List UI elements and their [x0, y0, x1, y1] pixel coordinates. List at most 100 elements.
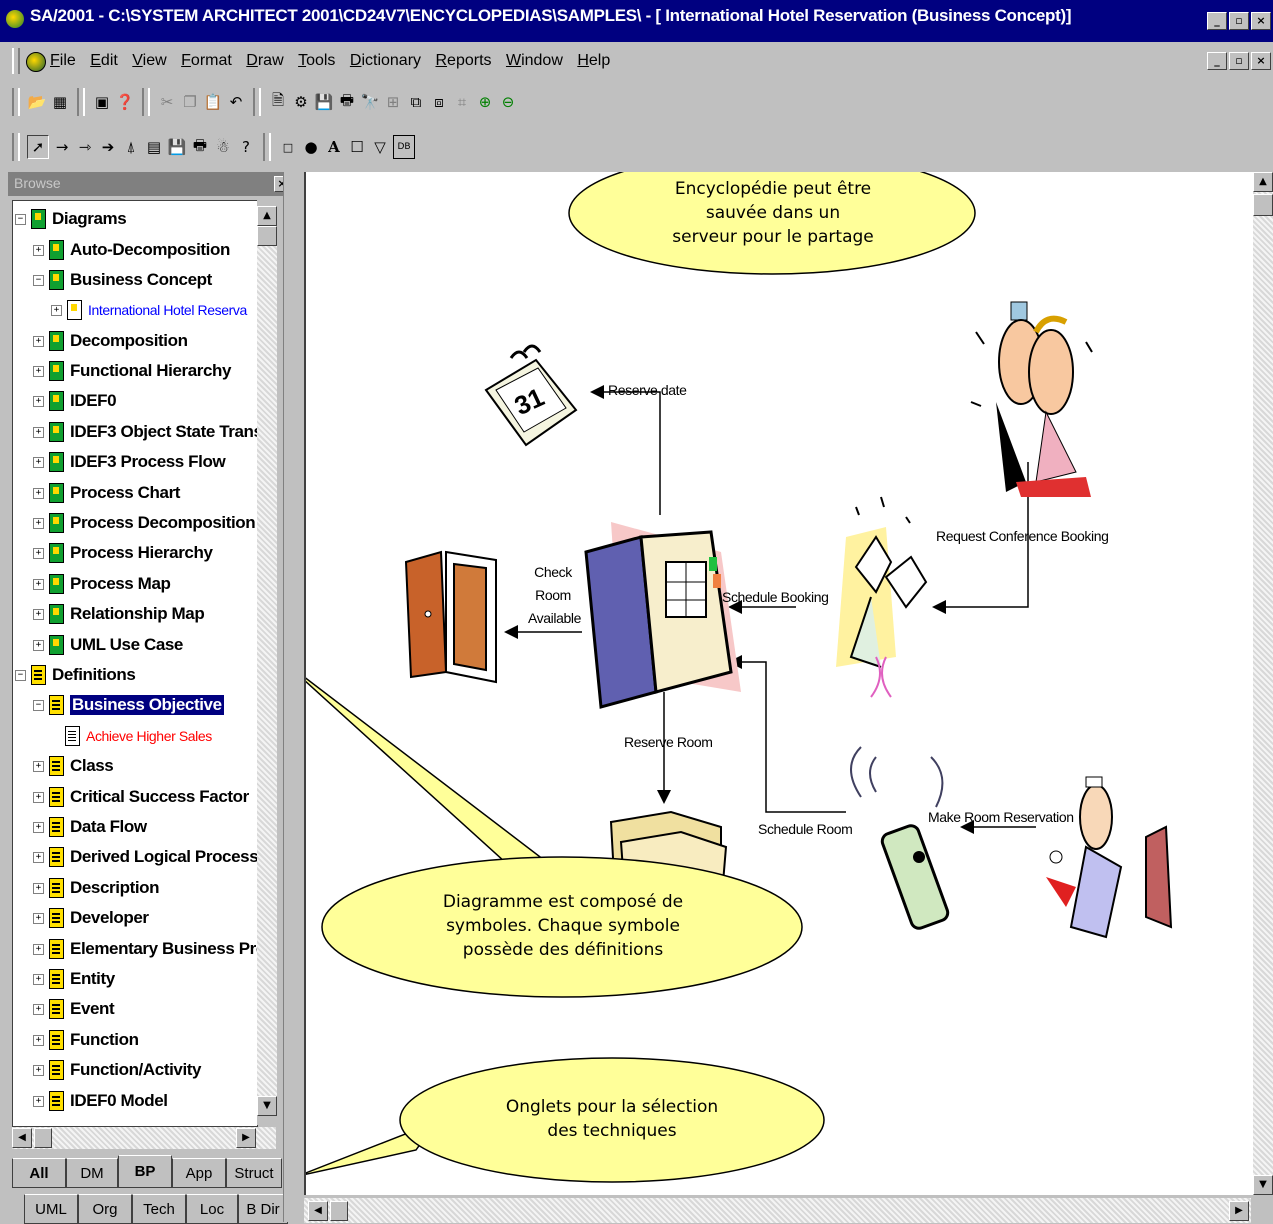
paste-icon[interactable]: 📋 [203, 91, 223, 113]
tree-node-relationship-map[interactable]: + Relationship Map [33, 601, 205, 627]
tree-node-decomposition[interactable]: + Decomposition [33, 328, 188, 354]
tree-node-developer[interactable]: + Developer [33, 905, 149, 931]
label-make-room-reservation[interactable]: Make Room Reservation [928, 809, 1074, 825]
canvas-scroll-right-icon[interactable]: ▶ [1229, 1201, 1249, 1221]
tree-node-business-objective[interactable]: − Business Objective [33, 692, 224, 718]
tree-node-achieve-higher-sales[interactable]: Achieve Higher Sales [65, 723, 212, 749]
layout-icon[interactable]: ⊞ [383, 91, 403, 113]
scroll-left-icon[interactable]: ◀ [12, 1128, 32, 1148]
tree-node-definitions[interactable]: − Definitions [15, 662, 136, 688]
canvas-horizontal-scrollbar[interactable]: ◀ ▶ [304, 1198, 1251, 1223]
expand-icon[interactable]: + [33, 1003, 44, 1015]
undo-icon[interactable]: ↶ [226, 91, 246, 113]
copy-icon[interactable]: ❐ [180, 91, 200, 113]
new-diagram-icon[interactable]: 🗎 [268, 91, 288, 113]
expand-icon[interactable]: + [33, 547, 44, 559]
tree-node-auto-decomposition[interactable]: + Auto-Decomposition [33, 237, 230, 263]
menu-draw[interactable]: Draw [246, 52, 283, 70]
tree-node-elementary-business-proc[interactable]: + Elementary Business Proc [33, 936, 257, 962]
expand-icon[interactable]: + [33, 760, 44, 772]
doc-minimize-button[interactable]: _ [1207, 52, 1227, 70]
tree-vertical-scrollbar[interactable]: ▲ ▼ [257, 200, 277, 1125]
expand-icon[interactable]: + [33, 791, 44, 803]
canvas-scroll-left-icon[interactable]: ◀ [308, 1201, 328, 1221]
expand-icon[interactable]: + [33, 456, 44, 468]
tree-node-uml-use-case[interactable]: + UML Use Case [33, 632, 183, 658]
canvas-scroll-up-icon[interactable]: ▲ [1253, 172, 1273, 192]
tree-node-function[interactable]: + Function [33, 1027, 139, 1053]
expand-icon[interactable]: + [33, 487, 44, 499]
label-reserve-date[interactable]: Reserve date [608, 382, 687, 398]
tree-node-process-map[interactable]: + Process Map [33, 571, 171, 597]
menu-reports[interactable]: Reports [435, 52, 491, 70]
menu-window[interactable]: Window [506, 52, 563, 70]
tree-node-process-decomposition[interactable]: + Process Decomposition [33, 510, 256, 536]
scroll-right-icon[interactable]: ▶ [236, 1128, 256, 1148]
tree-node-event[interactable]: + Event [33, 996, 115, 1022]
door-clipart[interactable] [404, 550, 497, 684]
tree-node-idef3-process[interactable]: + IDEF3 Process Flow [33, 449, 226, 475]
save-icon[interactable]: 💾 [314, 91, 334, 113]
arrange-icon[interactable]: ⧈ [429, 91, 449, 113]
tree-node-data-flow[interactable]: + Data Flow [33, 814, 147, 840]
tree-node-functional-hierarchy[interactable]: + Functional Hierarchy [33, 358, 232, 384]
expand-icon[interactable]: + [33, 517, 44, 529]
diagram-canvas[interactable]: 31 Reserve date Check Room Available Sch… [304, 172, 1253, 1195]
browse-icon[interactable]: ▦ [50, 91, 70, 113]
person-icon[interactable]: ☃ [213, 136, 233, 158]
print-icon[interactable]: 🖶 [337, 91, 357, 113]
expand-icon[interactable]: + [33, 851, 44, 863]
tab-uml[interactable]: UML [24, 1194, 78, 1224]
expand-icon[interactable]: + [51, 304, 62, 316]
open-arrow-icon[interactable]: ⇾ [75, 136, 95, 158]
tab-loc[interactable]: Loc [186, 1194, 238, 1224]
doc-close-button[interactable]: × [1251, 52, 1271, 70]
label-schedule-booking[interactable]: Schedule Booking [722, 589, 829, 605]
connector-reserve-date[interactable] [590, 385, 661, 515]
diagram-icon[interactable]: ▣ [92, 91, 112, 113]
menu-view[interactable]: View [132, 52, 166, 70]
tree-node-critical-success-factor[interactable]: + Critical Success Factor [33, 784, 249, 810]
text-tool-icon[interactable]: A [324, 136, 344, 158]
calendar-clipart[interactable]: 31 [484, 344, 578, 447]
expand-icon[interactable]: + [33, 608, 44, 620]
champagne-clipart[interactable] [836, 496, 928, 698]
question-icon[interactable]: ? [236, 136, 256, 158]
label-request-conference-booking[interactable]: Request Conference Booking [936, 528, 1109, 544]
app-icon[interactable] [6, 10, 24, 28]
tab-dm[interactable]: DM [66, 1158, 118, 1188]
tree-node-class[interactable]: + Class [33, 753, 114, 779]
dot-icon[interactable]: ● [301, 136, 321, 158]
menu-format[interactable]: Format [181, 52, 232, 70]
label-schedule-room[interactable]: Schedule Room [758, 821, 853, 837]
canvas-vscroll-thumb[interactable] [1253, 194, 1273, 216]
minimize-button[interactable]: _ [1207, 12, 1227, 30]
computer-user-clipart[interactable] [1046, 776, 1173, 939]
tab-b-dir[interactable]: B Dir [238, 1194, 288, 1224]
tree-node-idef3-object[interactable]: + IDEF3 Object State Trans [33, 419, 257, 445]
menu-file[interactable]: File [50, 52, 76, 70]
canvas-vertical-scrollbar[interactable]: ▲ ▼ [1253, 172, 1273, 1195]
stick-figure-icon[interactable]: ⍋ [121, 136, 141, 158]
connector-schedule-room[interactable] [728, 655, 846, 813]
scroll-track[interactable] [257, 246, 277, 1096]
canvas-scroll-down-icon[interactable]: ▼ [1253, 1175, 1273, 1195]
bold-arrow-icon[interactable]: ➔ [98, 136, 118, 158]
align-icon[interactable]: ⧉ [406, 91, 426, 113]
label-check-room-available[interactable]: Check Room Available [528, 561, 581, 630]
collapse-icon[interactable]: − [33, 699, 44, 711]
zoom-in-icon[interactable]: ⊕ [475, 91, 495, 113]
help-book-icon[interactable]: ❓ [115, 91, 135, 113]
expand-icon[interactable]: + [33, 395, 44, 407]
find-icon[interactable]: 🔭 [360, 91, 380, 113]
tab-struct[interactable]: Struct [226, 1158, 282, 1188]
restore-button[interactable]: ▫ [1229, 12, 1249, 30]
expand-icon[interactable]: + [33, 912, 44, 924]
expand-icon[interactable]: + [33, 578, 44, 590]
collapse-icon[interactable]: − [15, 669, 26, 681]
menu-edit[interactable]: Edit [90, 52, 118, 70]
printer-icon[interactable]: 🖶 [190, 136, 210, 158]
tab-bp[interactable]: BP [118, 1155, 172, 1188]
menu-dictionary[interactable]: Dictionary [350, 52, 421, 70]
label-reserve-room[interactable]: Reserve Room [624, 734, 713, 750]
